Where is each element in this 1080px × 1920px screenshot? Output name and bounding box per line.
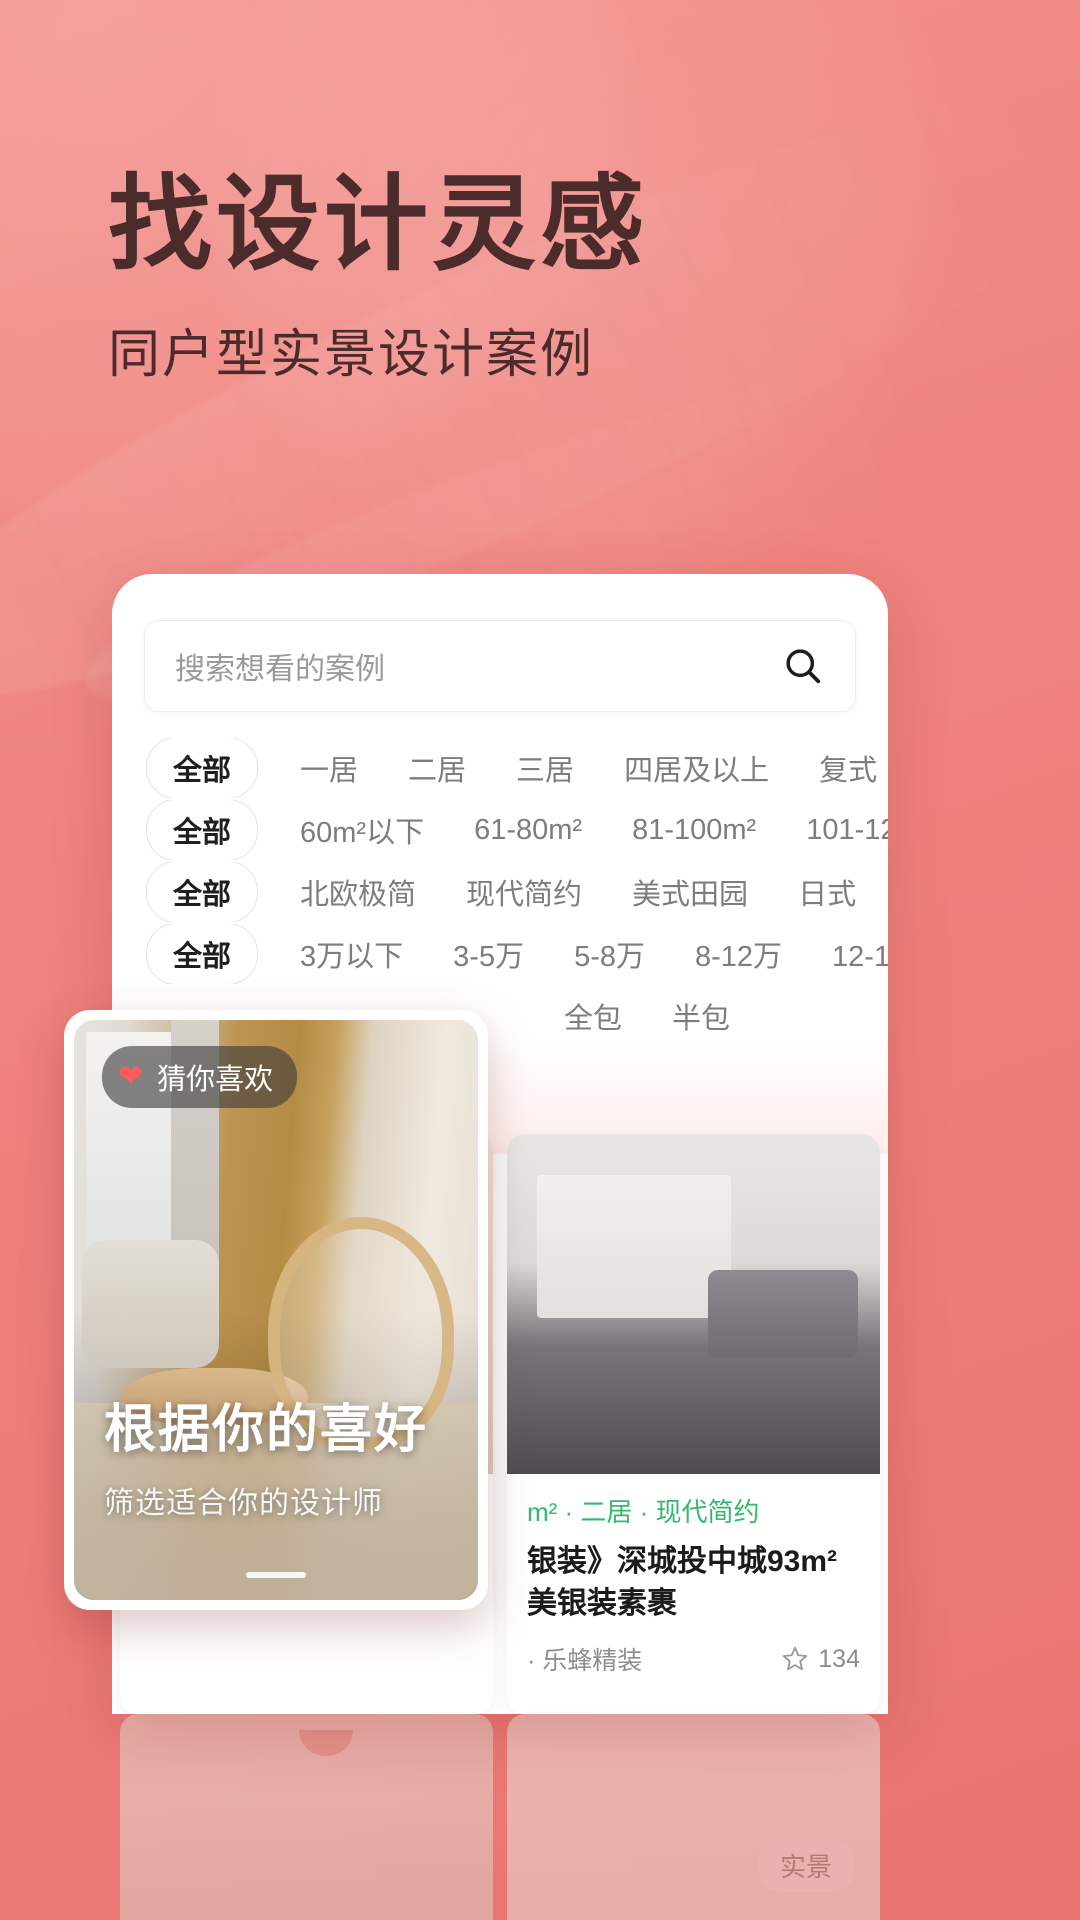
heart-icon: ❤ [118,1060,144,1093]
page-title: 找设计灵感 [108,167,649,283]
filter-chip[interactable]: 北欧极简 [278,862,438,922]
filter-chip[interactable]: 8-12万 [673,924,804,984]
filter-chip[interactable]: 美式田园 [610,862,770,922]
hero-headline: 找设计灵感 同户型实景设计案例 [108,160,648,387]
real-scene-badge: 实景 [757,1839,854,1892]
result-title: 银装》深城投中城93m²美银装素裹 [527,1545,838,1620]
filter-chip-selected[interactable]: 全部 [146,862,259,922]
filter-chip[interactable]: 半包 [650,986,752,1046]
filter-chip[interactable]: 日式 [776,862,878,922]
search-icon[interactable] [781,644,825,688]
filter-chip[interactable]: 101-120m² [784,805,888,856]
result-meta: m² · 二居 · 现代简约 银装》深城投中城93m²美银装素裹 · 乐蜂精装 … [507,1474,880,1687]
result-photo [507,1134,880,1474]
search-input[interactable]: 搜索想看的案例 [144,620,856,712]
filter-chip[interactable]: 一居 [278,738,380,798]
filter-row-style: 全部 北欧极简 现代简约 美式田园 日式 中式现代 [112,862,888,922]
promo-text: 根据你的喜好 筛选适合你的设计师 [104,1387,428,1522]
bottom-result-strip: 实景 [112,1714,888,1920]
favorite-count-value: 134 [818,1644,860,1673]
strip-card-right[interactable]: 实景 [507,1714,880,1920]
strip-card-left[interactable] [120,1714,493,1920]
promo-headline: 根据你的喜好 [104,1401,429,1459]
carousel-indicator[interactable] [246,1572,306,1578]
filter-chip-selected[interactable]: 全部 [146,924,259,984]
filter-chip[interactable]: 复式 [797,738,888,798]
filter-chip[interactable]: 三居 [494,738,596,798]
filter-row-area: 全部 60m²以下 61-80m² 81-100m² 101-120m² 1 [112,800,888,860]
star-icon [783,1646,808,1671]
result-card[interactable]: m² · 二居 · 现代简约 银装》深城投中城93m²美银装素裹 · 乐蜂精装 … [507,1134,880,1714]
filter-chip[interactable]: 3-5万 [431,924,546,984]
filter-row-layout: 全部 一居 二居 三居 四居及以上 复式 样板间 [112,738,888,798]
promo-inner: ❤ 猜你喜欢 根据你的喜好 筛选适合你的设计师 [74,1020,478,1600]
filter-chip[interactable]: 二居 [386,738,488,798]
filter-chip[interactable]: 81-100m² [610,805,778,856]
promo-subline: 筛选适合你的设计师 [104,1487,383,1520]
page-subtitle: 同户型实景设计案例 [108,326,595,384]
filter-chip[interactable]: 四居及以上 [602,738,791,798]
filter-group: 全部 一居 二居 三居 四居及以上 复式 样板间 全部 60m²以下 61-80… [112,738,888,1048]
favorite-count[interactable]: 134 [780,1644,860,1674]
filter-chip[interactable]: 12-18万 [810,924,888,984]
filter-chip[interactable]: 60m²以下 [278,800,446,860]
filter-chip-selected[interactable]: 全部 [146,738,259,798]
recommendation-promo-card[interactable]: ❤ 猜你喜欢 根据你的喜好 筛选适合你的设计师 [64,1010,488,1610]
result-studio: · 乐蜂精装 [527,1647,643,1675]
filter-chip[interactable]: 现代简约 [444,862,604,922]
filter-chip[interactable]: 全包 [542,986,644,1046]
promo-badge-label: 猜你喜欢 [157,1064,274,1096]
filter-chip[interactable]: 中式现代 [884,862,888,922]
result-tags: m² · 二居 · 现代简约 [527,1497,760,1527]
search-placeholder: 搜索想看的案例 [175,653,385,686]
sofa-shape [82,1240,220,1368]
filter-chip[interactable]: 3万以下 [278,924,425,984]
result-footer: · 乐蜂精装 134 [527,1641,860,1677]
guess-you-like-badge: ❤ 猜你喜欢 [102,1046,298,1108]
filter-row-budget: 全部 3万以下 3-5万 5-8万 8-12万 12-18万 [112,924,888,984]
lamp-icon [299,1730,354,1756]
filter-chip[interactable]: 61-80m² [452,805,604,856]
filter-chip[interactable]: 5-8万 [552,924,667,984]
filter-chip-selected[interactable]: 全部 [146,800,259,860]
